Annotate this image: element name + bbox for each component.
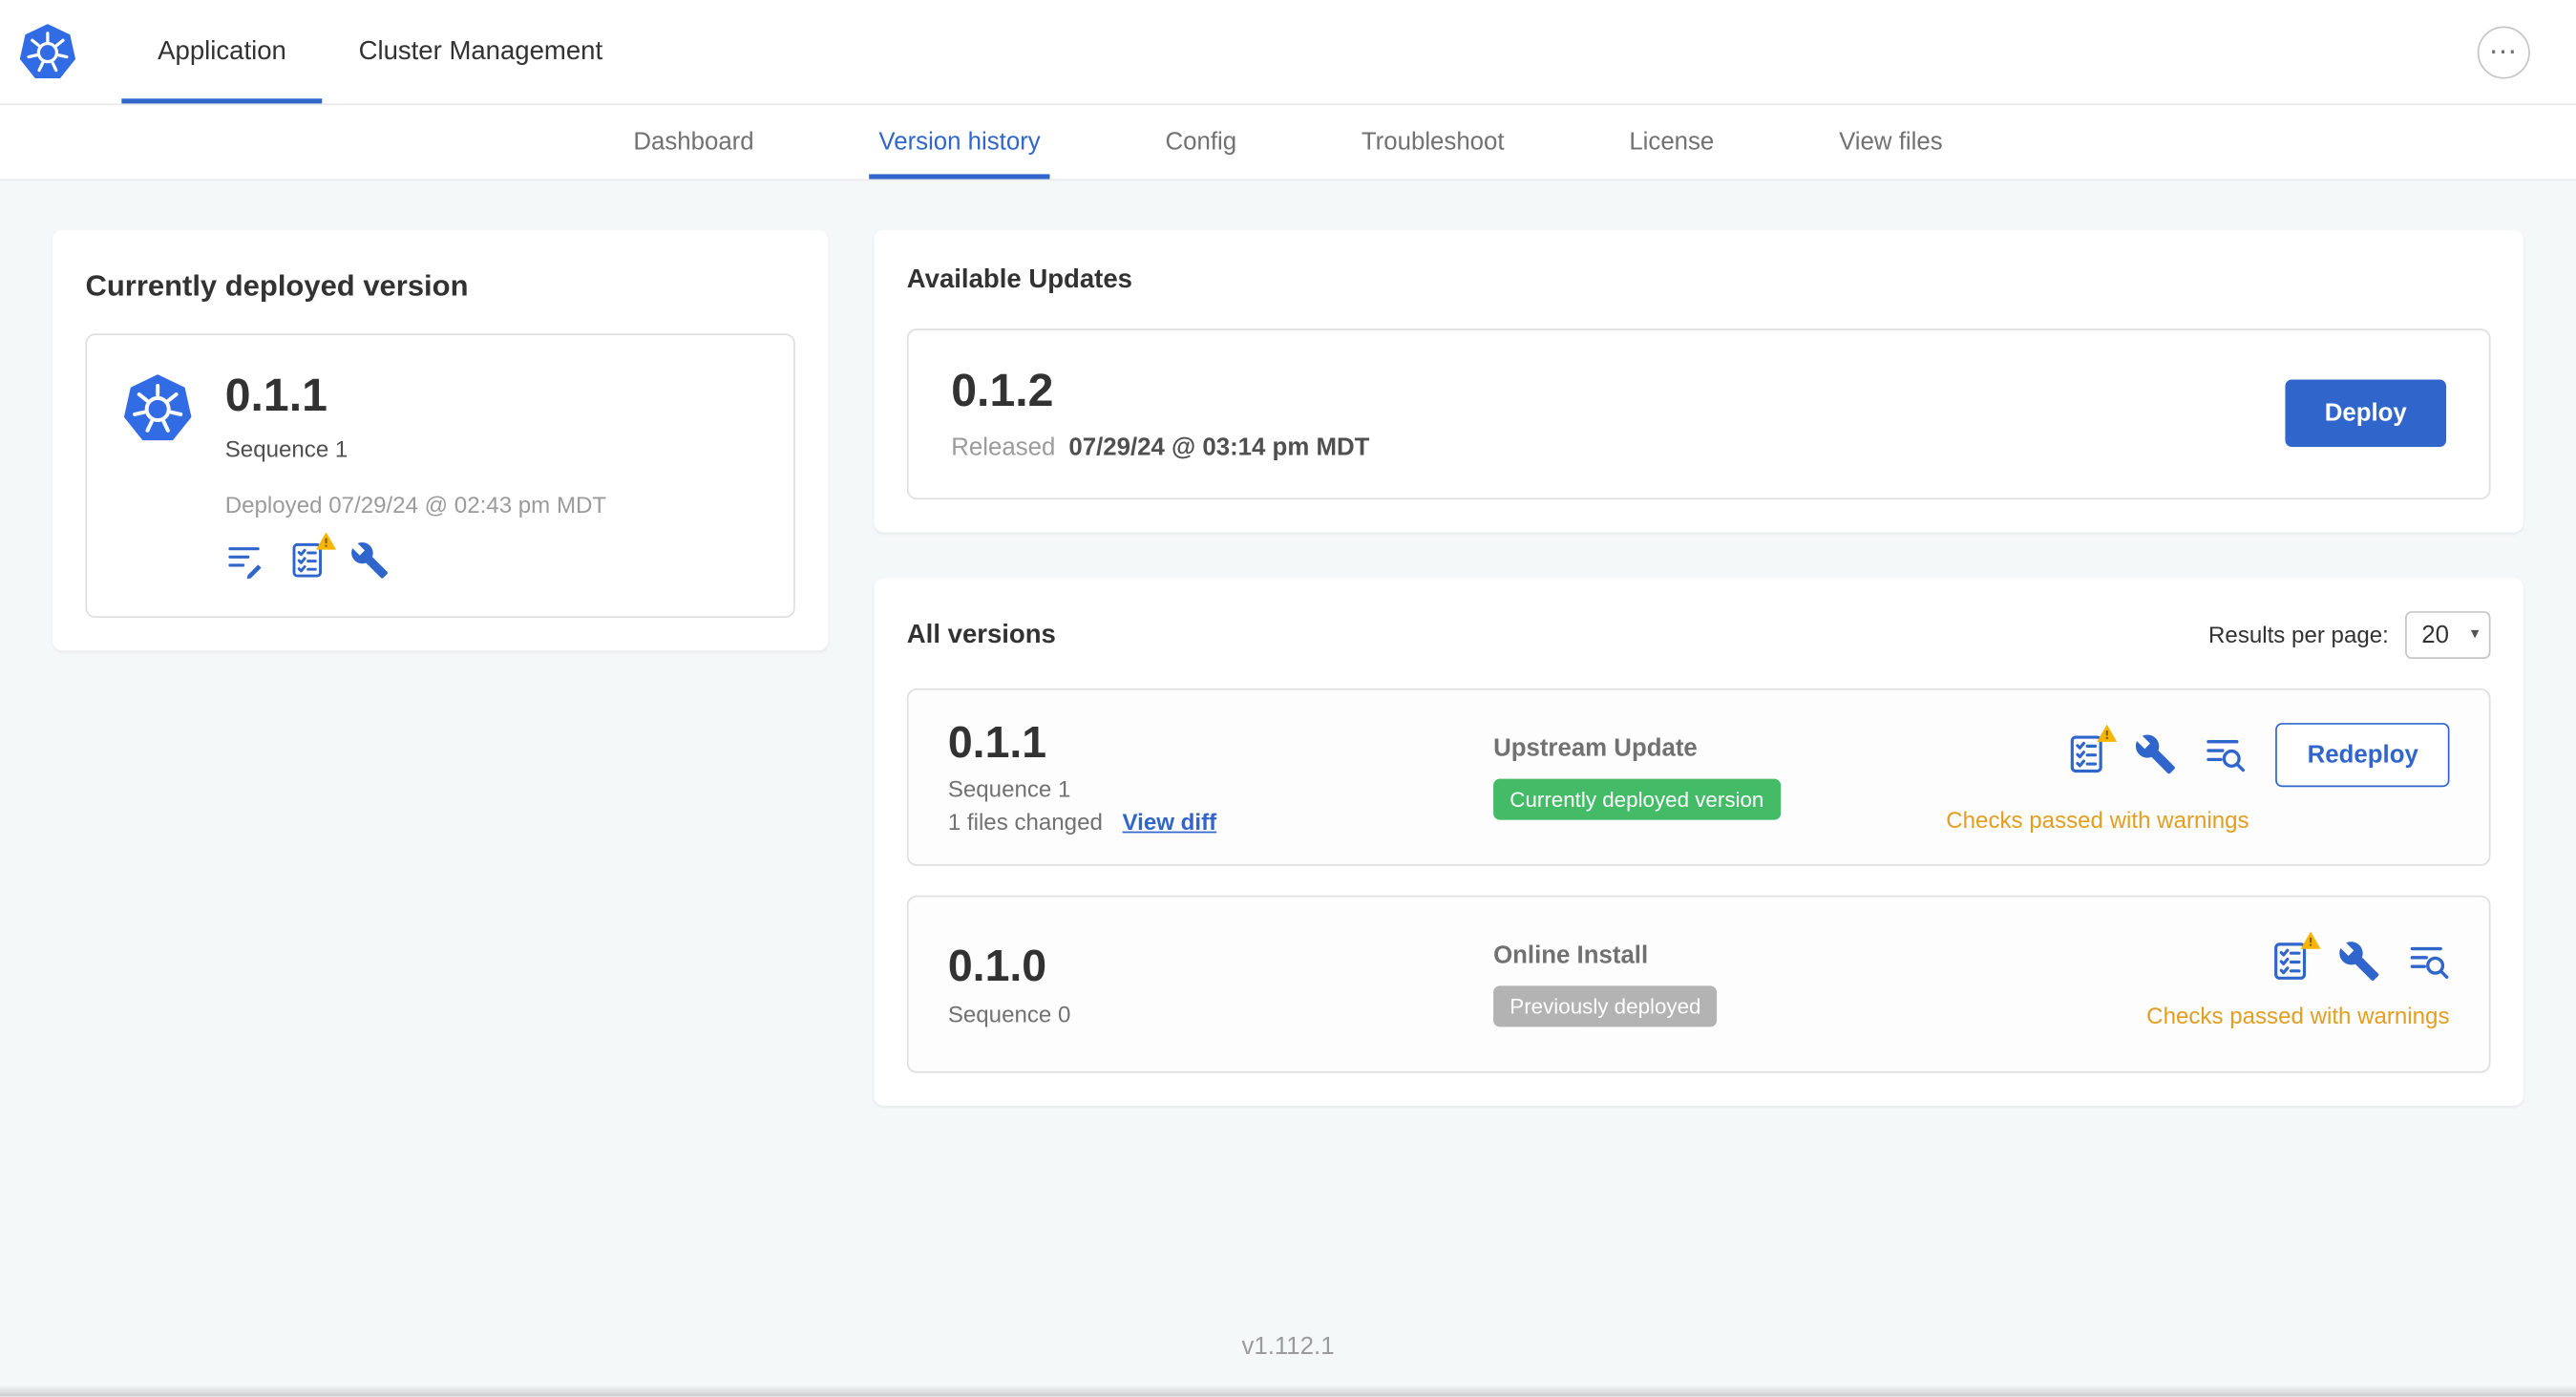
right-column: Available Updates 0.1.2 Released 07/29/2… [874,229,2523,1107]
released-label: Released [951,433,1056,462]
row-version-number: 0.1.0 [947,942,1047,991]
current-version-card: 0.1.1 Sequence 1 Deployed 07/29/24 @ 02:… [85,333,795,618]
all-versions-panel: All versions Results per page: 20 ▾ 0.1.… [874,578,2523,1107]
current-version-number: 0.1.1 [224,370,327,421]
currently-deployed-panel: Currently deployed version 0.1.1 Sequenc… [53,229,829,651]
version-row: 0.1.1 Sequence 1 1 files changed View di… [906,688,2491,867]
version-row-actions: Redeploy Checks passed with warnings [1946,722,2450,833]
subnav-item-version-history[interactable]: Version history [869,105,1051,180]
preflight-checks-icon[interactable] [2269,932,2321,984]
available-updates-panel: Available Updates 0.1.2 Released 07/29/2… [874,229,2523,533]
current-version-actions [225,531,606,580]
row-version-number: 0.1.1 [947,717,1047,768]
row-sequence: Sequence 1 [947,775,1071,803]
main-content: Currently deployed version 0.1.1 Sequenc… [0,180,2576,1302]
files-changed-label: 1 files changed [947,809,1103,836]
update-version-number: 0.1.2 [951,364,1054,416]
admin-console-page: Application Cluster Management ⋯ Dashboa… [0,0,2576,1397]
source-label: Online Install [1493,942,1649,971]
all-versions-header: All versions Results per page: 20 ▾ [906,610,2491,659]
deploy-logs-icon[interactable] [2407,941,2450,984]
config-icon[interactable] [350,540,390,580]
preflight-checks-icon[interactable] [287,531,336,580]
warning-triangle-icon [2097,723,2119,743]
bottom-edge-shadow [0,1385,2576,1397]
subnav-item-license-label: License [1629,128,1715,157]
deployed-status-badge: Previously deployed [1493,986,1718,1028]
results-per-page: Results per page: 20 ▾ [2208,610,2491,659]
config-icon[interactable] [2337,941,2380,984]
available-updates-heading: Available Updates [906,265,1132,294]
subnav-item-version-history-label: Version history [878,128,1041,157]
results-per-page-label: Results per page: [2208,621,2389,648]
kubernetes-icon [120,371,196,447]
deployed-timestamp: Deployed 07/29/24 @ 02:43 pm MDT [224,491,607,518]
deploy-logs-icon[interactable] [2204,733,2247,776]
results-per-page-select-wrap: 20 ▾ [2405,610,2491,659]
version-row-source: Upstream Update Currently deployed versi… [1493,734,1946,820]
checks-status: Checks passed with warnings [1946,806,2249,833]
current-version-sequence: Sequence 1 [224,434,348,462]
overflow-menu-button[interactable]: ⋯ [2477,25,2530,78]
ellipsis-icon: ⋯ [2488,35,2519,68]
available-update-details: 0.1.2 Released 07/29/24 @ 03:14 pm MDT [951,364,1369,461]
tab-cluster-management[interactable]: Cluster Management [323,0,639,103]
subnav-item-license[interactable]: License [1619,105,1724,179]
sub-nav: Dashboard Version history Config Trouble… [0,105,2576,181]
source-label: Upstream Update [1493,734,1698,763]
version-row-actions: Checks passed with warnings [2146,932,2450,1029]
config-icon[interactable] [2135,733,2178,776]
deployed-status-badge: Currently deployed version [1493,778,1781,820]
subnav-item-view-files-label: View files [1839,128,1943,157]
deploy-button[interactable]: Deploy [2285,380,2447,448]
subnav-item-config[interactable]: Config [1155,105,1246,179]
tab-application[interactable]: Application [121,0,324,104]
row-action-icons: Redeploy [2066,722,2450,787]
preflight-checks-icon[interactable] [2066,724,2119,776]
subnav-item-troubleshoot-label: Troubleshoot [1361,128,1505,157]
redeploy-button[interactable]: Redeploy [2275,722,2450,787]
version-row-source: Online Install Previously deployed [1493,942,2146,1028]
released-line: Released 07/29/24 @ 03:14 pm MDT [951,434,1369,461]
checks-status: Checks passed with warnings [2146,1003,2450,1029]
subnav-item-dashboard-label: Dashboard [633,128,754,157]
row-sequence: Sequence 0 [947,1000,1071,1027]
all-versions-heading: All versions [906,621,1056,650]
page-footer: v1.112.1 [0,1302,2576,1396]
console-version: v1.112.1 [1241,1332,1335,1361]
version-row-info: 0.1.0 Sequence 0 [947,942,1493,1027]
results-per-page-select[interactable]: 20 [2405,610,2491,659]
version-row: 0.1.0 Sequence 0 Online Install Previous… [906,896,2491,1074]
view-diff-link[interactable]: View diff [1123,809,1217,836]
released-timestamp: 07/29/24 @ 03:14 pm MDT [1068,433,1370,462]
kubernetes-logo-icon [16,21,78,83]
top-nav: Application Cluster Management ⋯ [0,0,2576,106]
current-version-details: 0.1.1 Sequence 1 Deployed 07/29/24 @ 02:… [224,370,607,580]
warning-triangle-icon [315,530,336,550]
row-action-icons [2269,932,2450,984]
currently-deployed-heading: Currently deployed version [85,269,469,303]
tab-cluster-management-label: Cluster Management [358,36,603,65]
version-row-info: 0.1.1 Sequence 1 1 files changed View di… [947,717,1493,836]
top-tabs: Application Cluster Management [121,0,639,104]
subnav-item-troubleshoot[interactable]: Troubleshoot [1352,105,1514,179]
subnav-item-dashboard[interactable]: Dashboard [623,105,764,179]
tab-application-label: Application [158,36,286,65]
subnav-item-config-label: Config [1165,128,1237,157]
row-files-changed: 1 files changed View diff [948,809,1493,836]
release-notes-icon[interactable] [225,540,264,580]
warning-triangle-icon [2300,931,2321,951]
available-update-card: 0.1.2 Released 07/29/24 @ 03:14 pm MDT D… [906,328,2491,499]
subnav-item-view-files[interactable]: View files [1829,105,1953,179]
